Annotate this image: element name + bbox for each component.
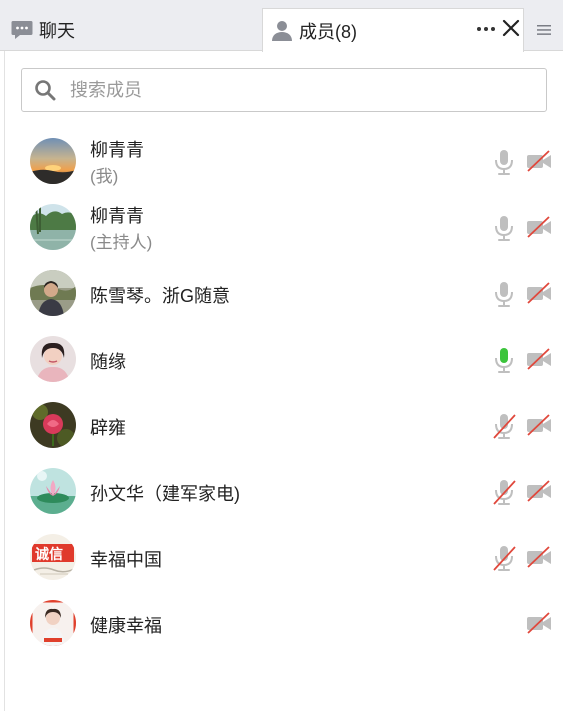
hamburger-menu-icon (536, 24, 551, 35)
camera-off-icon[interactable] (526, 150, 552, 172)
person-icon (272, 20, 292, 41)
member-role: (我) (90, 167, 119, 186)
avatar (30, 270, 76, 316)
member-name: 幸福中国 (90, 550, 162, 570)
member-name: 孙文华（建军家电) (90, 484, 240, 504)
camera-off-icon[interactable] (526, 414, 552, 436)
camera-off-icon[interactable] (526, 546, 552, 568)
member-search-box[interactable] (21, 68, 547, 112)
microphone-active-icon[interactable] (491, 346, 517, 374)
avatar: 诚信 (30, 534, 76, 580)
tab-chat-label: 聊天 (39, 20, 75, 41)
member-name: 健康幸福 (90, 616, 162, 636)
microphone-muted-icon[interactable] (491, 478, 517, 506)
microphone-icon[interactable] (491, 148, 517, 176)
menu-button[interactable] (524, 8, 563, 51)
camera-off-icon[interactable] (526, 216, 552, 238)
member-list: 柳青青 (我) 柳青青 (主持人) 陈雪琴。浙G随意 随缘辟雍孙文华（建军家电) 诚信 幸福中… (0, 128, 563, 656)
svg-text:诚信: 诚信 (35, 546, 63, 563)
member-row[interactable]: 陈雪琴。浙G随意 (0, 260, 563, 326)
avatar (30, 204, 76, 250)
avatar (30, 600, 76, 646)
member-row[interactable]: 柳青青 (主持人) (0, 194, 563, 260)
tab-members-label: 成员(8) (299, 21, 357, 42)
member-row[interactable]: 辟雍 (0, 392, 563, 458)
microphone-muted-icon[interactable] (491, 412, 517, 440)
member-row[interactable]: 健康幸福 (0, 590, 563, 656)
more-options-icon[interactable] (475, 18, 497, 40)
avatar (30, 138, 76, 184)
member-name: 随缘 (90, 352, 126, 372)
search-icon (35, 80, 56, 101)
member-name: 柳青青 (90, 206, 144, 226)
camera-off-icon[interactable] (526, 348, 552, 370)
tab-chat[interactable]: 聊天 (0, 8, 262, 51)
member-name: 辟雍 (90, 418, 126, 438)
member-row[interactable]: 诚信 幸福中国 (0, 524, 563, 590)
avatar (30, 468, 76, 514)
member-name: 柳青青 (90, 140, 144, 160)
microphone-icon[interactable] (491, 214, 517, 242)
member-role: (主持人) (90, 233, 153, 252)
tab-members[interactable]: 成员(8) (262, 8, 524, 52)
member-name: 陈雪琴。浙G随意 (90, 286, 231, 306)
tab-bar: 聊天 成员(8) (0, 0, 563, 52)
member-row[interactable]: 柳青青 (我) (0, 128, 563, 194)
member-row[interactable]: 随缘 (0, 326, 563, 392)
microphone-icon[interactable] (491, 280, 517, 308)
avatar (30, 402, 76, 448)
camera-off-icon[interactable] (526, 282, 552, 304)
search-input[interactable] (68, 78, 512, 102)
close-icon[interactable] (501, 18, 521, 38)
member-row[interactable]: 孙文华（建军家电) (0, 458, 563, 524)
camera-off-icon[interactable] (526, 612, 552, 634)
chat-bubble-icon (11, 20, 33, 39)
avatar (30, 336, 76, 382)
camera-off-icon[interactable] (526, 480, 552, 502)
microphone-muted-icon[interactable] (491, 544, 517, 572)
